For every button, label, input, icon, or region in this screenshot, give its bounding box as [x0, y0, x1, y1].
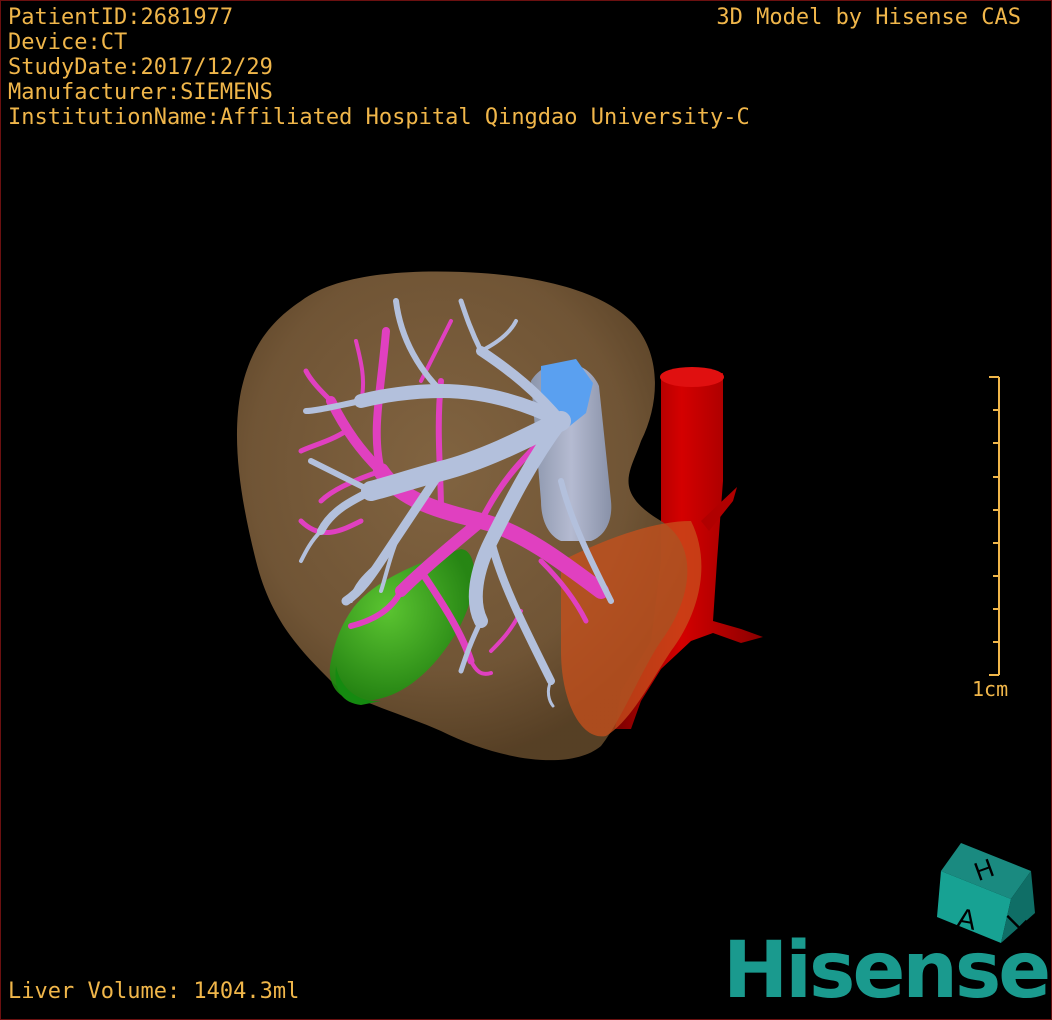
scale-bar [989, 376, 1000, 676]
3d-render-viewport[interactable]: PatientID:2681977 Device:CT StudyDate:20… [0, 0, 1052, 1020]
device-label: Device:CT [8, 30, 128, 55]
manufacturer-label: Manufacturer:SIEMENS [8, 80, 273, 105]
hisense-logo: Hisense [723, 926, 1051, 1016]
institution-name-label: InstitutionName:Affiliated Hospital Qing… [8, 105, 750, 130]
scale-bar-label: 1cm [972, 677, 1009, 701]
liver-3d-model[interactable] [1, 1, 1052, 1020]
study-date-label: StudyDate:2017/12/29 [8, 55, 273, 80]
patient-id-label: PatientID:2681977 [8, 5, 234, 30]
model-credit-label: 3D Model by Hisense CAS [716, 5, 1021, 30]
liver-volume-label: Liver Volume: 1404.3ml [8, 979, 300, 1004]
